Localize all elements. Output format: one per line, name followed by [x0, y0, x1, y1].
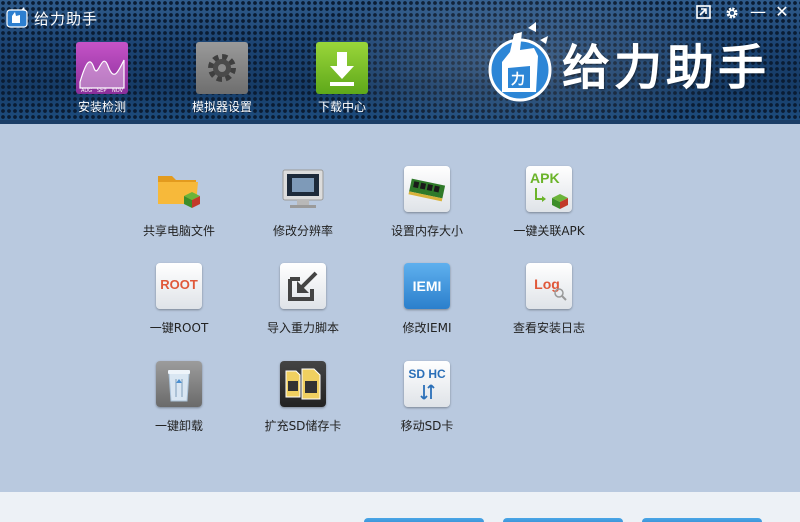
- emulator-settings-gear-icon: [196, 42, 248, 94]
- item-move-sd-card[interactable]: SD HC 移动SD卡: [365, 361, 489, 434]
- toolbar-download-center[interactable]: 下载中心: [297, 42, 387, 115]
- import-script-icon: [280, 263, 326, 309]
- download-arrow-icon: [316, 42, 368, 94]
- item-one-click-uninstall-label: 一键卸载: [154, 419, 203, 433]
- toolbar-emulator-settings[interactable]: 模拟器设置: [177, 42, 267, 115]
- chart-tick-sep: SEP: [97, 88, 106, 94]
- chart-tick-nov: NOV: [112, 88, 124, 94]
- iemi-icon-text: IEMI: [413, 278, 442, 294]
- item-change-resolution[interactable]: 修改分辨率: [241, 166, 365, 239]
- chart-tick-aug: AUG: [81, 88, 92, 94]
- toolbar-install-check[interactable]: AUG SEP NOV 安装检测: [57, 42, 147, 115]
- sd-card-move-icon: SD HC: [404, 361, 450, 407]
- brand-logo-icon: 力: [488, 22, 552, 102]
- root-icon: ROOT: [156, 263, 202, 309]
- item-import-gravity-script-label: 导入重力脚本: [266, 321, 339, 335]
- item-change-resolution-label: 修改分辨率: [272, 224, 333, 238]
- item-change-iemi[interactable]: IEMI 修改IEMI: [365, 263, 489, 336]
- folder-share-icon: [156, 166, 202, 212]
- item-one-click-root[interactable]: ROOT 一键ROOT: [117, 263, 241, 336]
- header-bar: 给力助手 — ✕ AUG SEP NOV 安装检测 模拟器设置 下载中心 力 给…: [0, 0, 800, 124]
- memory-chip-icon: [404, 166, 450, 212]
- uninstall-trash-icon: [156, 361, 202, 407]
- item-expand-sd-card[interactable]: 扩充SD储存卡: [241, 361, 365, 434]
- item-associate-apk[interactable]: APK 一键关联APK: [487, 166, 611, 239]
- item-share-pc-files[interactable]: 共享电脑文件: [117, 166, 241, 239]
- close-icon[interactable]: ✕: [770, 1, 794, 23]
- log-view-icon: Log: [526, 263, 572, 309]
- footer-button-1[interactable]: [364, 518, 484, 522]
- footer-button-3[interactable]: [642, 518, 762, 522]
- app-logo-icon: [6, 7, 28, 28]
- item-expand-sd-card-label: 扩充SD储存卡: [264, 419, 342, 433]
- item-move-sd-card-label: 移动SD卡: [400, 419, 454, 433]
- toolbar-download-center-label: 下载中心: [317, 100, 366, 114]
- toolbar-emulator-settings-label: 模拟器设置: [191, 100, 252, 114]
- item-one-click-uninstall[interactable]: 一键卸载: [117, 361, 241, 434]
- sdhc-icon-text: SD HC: [408, 367, 446, 381]
- item-share-pc-files-label: 共享电脑文件: [142, 224, 215, 238]
- settings-gear-icon[interactable]: [720, 1, 744, 23]
- item-view-install-log-label: 查看安装日志: [512, 321, 585, 335]
- iemi-icon: IEMI: [404, 263, 450, 309]
- toolbar-install-check-label: 安装检测: [77, 100, 126, 114]
- item-view-install-log[interactable]: Log 查看安装日志: [487, 263, 611, 336]
- item-change-iemi-label: 修改IEMI: [402, 321, 452, 335]
- app-title: 给力助手: [34, 10, 99, 28]
- sd-card-expand-icon: [280, 361, 326, 407]
- item-set-memory-label: 设置内存大小: [390, 224, 463, 238]
- apk-icon-text: APK: [530, 170, 560, 186]
- brand-title: 给力助手: [562, 40, 771, 96]
- brand-logo-letter: 力: [511, 71, 525, 88]
- monitor-resolution-icon: [280, 166, 326, 212]
- restore-icon[interactable]: [692, 1, 716, 23]
- function-panel: 共享电脑文件 修改分辨率 设置内存大小 APK 一键关联APK ROOT 一键R…: [0, 124, 800, 492]
- footer-button-2[interactable]: [503, 518, 623, 522]
- item-set-memory[interactable]: 设置内存大小: [365, 166, 489, 239]
- item-one-click-root-label: 一键ROOT: [149, 321, 209, 335]
- minimize-icon[interactable]: —: [746, 1, 770, 23]
- item-import-gravity-script[interactable]: 导入重力脚本: [241, 263, 365, 336]
- apk-associate-icon: APK: [526, 166, 572, 212]
- install-check-chart-icon: AUG SEP NOV: [76, 42, 128, 94]
- root-icon-text: ROOT: [160, 277, 198, 292]
- item-associate-apk-label: 一键关联APK: [513, 224, 585, 238]
- footer-bar: [0, 492, 800, 522]
